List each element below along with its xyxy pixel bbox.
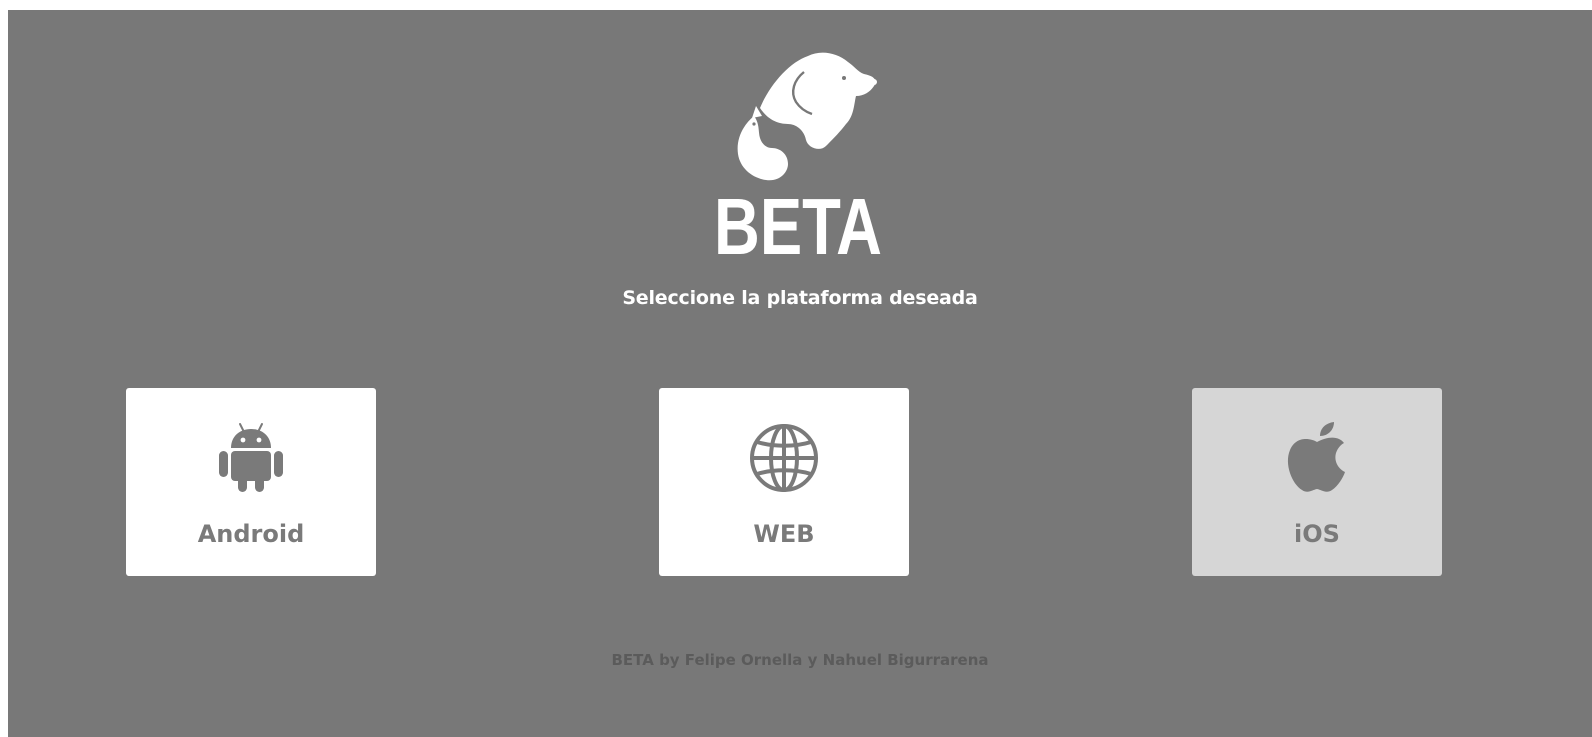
page-subtitle: Seleccione la plataforma deseada [622,287,978,309]
brand-logo: BETA [708,44,888,266]
footer-credit: BETA by Felipe Ornella y Nahuel Bigurrar… [611,651,989,669]
ios-label: iOS [1294,520,1340,548]
brand-name: BETA [714,182,882,266]
web-platform-button[interactable]: WEB [659,388,909,576]
brand-wordmark: BETA [714,182,882,266]
android-icon [219,423,283,492]
android-platform-button[interactable]: Android [126,388,376,576]
ios-platform-button[interactable]: iOS [1192,388,1442,576]
android-label: Android [197,520,305,548]
dog-cat-logo-icon [737,52,877,181]
apple-icon [1287,422,1345,492]
web-label: WEB [753,520,815,548]
landing-page: BETA Seleccione la plataforma deseada An… [8,10,1592,737]
globe-icon [750,424,818,492]
